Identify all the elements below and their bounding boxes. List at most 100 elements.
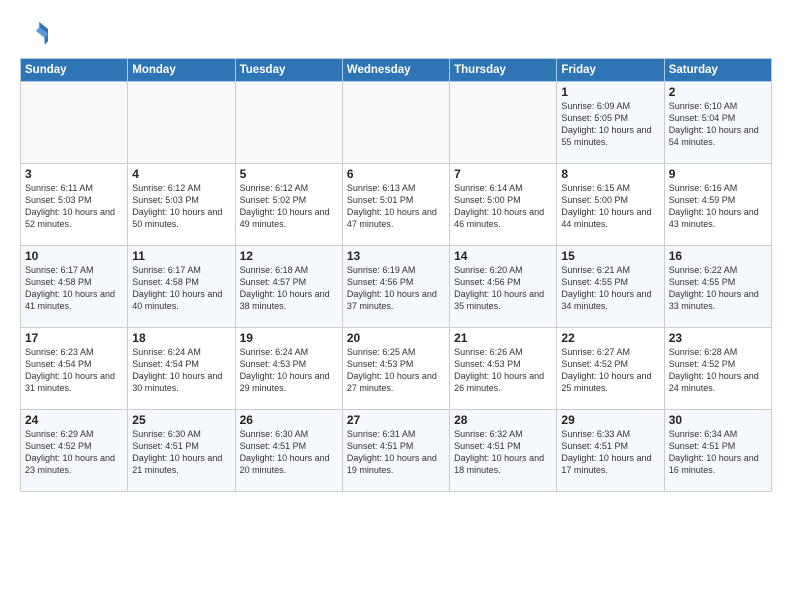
day-info: Sunrise: 6:26 AM Sunset: 4:53 PM Dayligh… — [454, 346, 552, 395]
day-number: 25 — [132, 413, 230, 427]
day-number: 27 — [347, 413, 445, 427]
day-number: 7 — [454, 167, 552, 181]
day-info: Sunrise: 6:17 AM Sunset: 4:58 PM Dayligh… — [25, 264, 123, 313]
day-info: Sunrise: 6:31 AM Sunset: 4:51 PM Dayligh… — [347, 428, 445, 477]
day-number: 6 — [347, 167, 445, 181]
day-info: Sunrise: 6:34 AM Sunset: 4:51 PM Dayligh… — [669, 428, 767, 477]
calendar-day-cell: 16Sunrise: 6:22 AM Sunset: 4:55 PM Dayli… — [664, 246, 771, 328]
calendar-day-cell — [128, 82, 235, 164]
calendar-day-cell: 20Sunrise: 6:25 AM Sunset: 4:53 PM Dayli… — [342, 328, 449, 410]
day-info: Sunrise: 6:30 AM Sunset: 4:51 PM Dayligh… — [132, 428, 230, 477]
day-info: Sunrise: 6:19 AM Sunset: 4:56 PM Dayligh… — [347, 264, 445, 313]
calendar-day-cell: 9Sunrise: 6:16 AM Sunset: 4:59 PM Daylig… — [664, 164, 771, 246]
calendar-day-cell — [21, 82, 128, 164]
day-number: 5 — [240, 167, 338, 181]
calendar-day-cell — [235, 82, 342, 164]
day-info: Sunrise: 6:13 AM Sunset: 5:01 PM Dayligh… — [347, 182, 445, 231]
day-number: 2 — [669, 85, 767, 99]
day-info: Sunrise: 6:15 AM Sunset: 5:00 PM Dayligh… — [561, 182, 659, 231]
day-info: Sunrise: 6:18 AM Sunset: 4:57 PM Dayligh… — [240, 264, 338, 313]
day-number: 1 — [561, 85, 659, 99]
day-number: 11 — [132, 249, 230, 263]
calendar-body: 1Sunrise: 6:09 AM Sunset: 5:05 PM Daylig… — [21, 82, 772, 492]
day-number: 26 — [240, 413, 338, 427]
day-number: 15 — [561, 249, 659, 263]
day-info: Sunrise: 6:29 AM Sunset: 4:52 PM Dayligh… — [25, 428, 123, 477]
calendar-day-cell: 25Sunrise: 6:30 AM Sunset: 4:51 PM Dayli… — [128, 410, 235, 492]
weekday-header-cell: Saturday — [664, 59, 771, 82]
day-number: 24 — [25, 413, 123, 427]
page: { "header": { "logo_line1": "General", "… — [0, 0, 792, 612]
day-info: Sunrise: 6:30 AM Sunset: 4:51 PM Dayligh… — [240, 428, 338, 477]
day-info: Sunrise: 6:24 AM Sunset: 4:53 PM Dayligh… — [240, 346, 338, 395]
calendar-day-cell: 30Sunrise: 6:34 AM Sunset: 4:51 PM Dayli… — [664, 410, 771, 492]
day-info: Sunrise: 6:17 AM Sunset: 4:58 PM Dayligh… — [132, 264, 230, 313]
calendar-day-cell: 2Sunrise: 6:10 AM Sunset: 5:04 PM Daylig… — [664, 82, 771, 164]
calendar-day-cell: 29Sunrise: 6:33 AM Sunset: 4:51 PM Dayli… — [557, 410, 664, 492]
day-info: Sunrise: 6:11 AM Sunset: 5:03 PM Dayligh… — [25, 182, 123, 231]
logo — [20, 22, 52, 50]
calendar-day-cell: 12Sunrise: 6:18 AM Sunset: 4:57 PM Dayli… — [235, 246, 342, 328]
calendar-day-cell: 23Sunrise: 6:28 AM Sunset: 4:52 PM Dayli… — [664, 328, 771, 410]
day-info: Sunrise: 6:28 AM Sunset: 4:52 PM Dayligh… — [669, 346, 767, 395]
day-number: 14 — [454, 249, 552, 263]
header — [20, 18, 772, 50]
day-number: 29 — [561, 413, 659, 427]
calendar-day-cell: 4Sunrise: 6:12 AM Sunset: 5:03 PM Daylig… — [128, 164, 235, 246]
day-number: 19 — [240, 331, 338, 345]
calendar-day-cell: 17Sunrise: 6:23 AM Sunset: 4:54 PM Dayli… — [21, 328, 128, 410]
calendar-day-cell: 26Sunrise: 6:30 AM Sunset: 4:51 PM Dayli… — [235, 410, 342, 492]
day-number: 17 — [25, 331, 123, 345]
calendar-day-cell: 28Sunrise: 6:32 AM Sunset: 4:51 PM Dayli… — [450, 410, 557, 492]
calendar-day-cell: 10Sunrise: 6:17 AM Sunset: 4:58 PM Dayli… — [21, 246, 128, 328]
weekday-header-cell: Sunday — [21, 59, 128, 82]
day-number: 21 — [454, 331, 552, 345]
day-info: Sunrise: 6:10 AM Sunset: 5:04 PM Dayligh… — [669, 100, 767, 149]
calendar-table: SundayMondayTuesdayWednesdayThursdayFrid… — [20, 58, 772, 492]
day-number: 28 — [454, 413, 552, 427]
calendar-week-row: 3Sunrise: 6:11 AM Sunset: 5:03 PM Daylig… — [21, 164, 772, 246]
calendar-day-cell — [342, 82, 449, 164]
weekday-header: SundayMondayTuesdayWednesdayThursdayFrid… — [21, 59, 772, 82]
day-number: 10 — [25, 249, 123, 263]
weekday-header-cell: Friday — [557, 59, 664, 82]
day-number: 20 — [347, 331, 445, 345]
calendar-day-cell: 6Sunrise: 6:13 AM Sunset: 5:01 PM Daylig… — [342, 164, 449, 246]
day-info: Sunrise: 6:21 AM Sunset: 4:55 PM Dayligh… — [561, 264, 659, 313]
day-number: 16 — [669, 249, 767, 263]
calendar-week-row: 24Sunrise: 6:29 AM Sunset: 4:52 PM Dayli… — [21, 410, 772, 492]
day-info: Sunrise: 6:09 AM Sunset: 5:05 PM Dayligh… — [561, 100, 659, 149]
calendar-day-cell — [450, 82, 557, 164]
calendar-day-cell: 14Sunrise: 6:20 AM Sunset: 4:56 PM Dayli… — [450, 246, 557, 328]
day-number: 23 — [669, 331, 767, 345]
calendar-day-cell: 13Sunrise: 6:19 AM Sunset: 4:56 PM Dayli… — [342, 246, 449, 328]
logo-icon — [20, 22, 48, 50]
calendar-day-cell: 7Sunrise: 6:14 AM Sunset: 5:00 PM Daylig… — [450, 164, 557, 246]
day-info: Sunrise: 6:25 AM Sunset: 4:53 PM Dayligh… — [347, 346, 445, 395]
calendar-day-cell: 11Sunrise: 6:17 AM Sunset: 4:58 PM Dayli… — [128, 246, 235, 328]
calendar-day-cell: 27Sunrise: 6:31 AM Sunset: 4:51 PM Dayli… — [342, 410, 449, 492]
calendar-day-cell: 21Sunrise: 6:26 AM Sunset: 4:53 PM Dayli… — [450, 328, 557, 410]
calendar-day-cell: 24Sunrise: 6:29 AM Sunset: 4:52 PM Dayli… — [21, 410, 128, 492]
day-info: Sunrise: 6:16 AM Sunset: 4:59 PM Dayligh… — [669, 182, 767, 231]
calendar-day-cell: 15Sunrise: 6:21 AM Sunset: 4:55 PM Dayli… — [557, 246, 664, 328]
day-info: Sunrise: 6:14 AM Sunset: 5:00 PM Dayligh… — [454, 182, 552, 231]
calendar-day-cell: 18Sunrise: 6:24 AM Sunset: 4:54 PM Dayli… — [128, 328, 235, 410]
day-number: 30 — [669, 413, 767, 427]
day-info: Sunrise: 6:32 AM Sunset: 4:51 PM Dayligh… — [454, 428, 552, 477]
calendar-day-cell: 19Sunrise: 6:24 AM Sunset: 4:53 PM Dayli… — [235, 328, 342, 410]
day-number: 18 — [132, 331, 230, 345]
day-number: 4 — [132, 167, 230, 181]
calendar-week-row: 1Sunrise: 6:09 AM Sunset: 5:05 PM Daylig… — [21, 82, 772, 164]
day-info: Sunrise: 6:22 AM Sunset: 4:55 PM Dayligh… — [669, 264, 767, 313]
day-number: 12 — [240, 249, 338, 263]
calendar-day-cell: 1Sunrise: 6:09 AM Sunset: 5:05 PM Daylig… — [557, 82, 664, 164]
calendar-day-cell: 22Sunrise: 6:27 AM Sunset: 4:52 PM Dayli… — [557, 328, 664, 410]
weekday-header-cell: Monday — [128, 59, 235, 82]
day-number: 22 — [561, 331, 659, 345]
day-info: Sunrise: 6:23 AM Sunset: 4:54 PM Dayligh… — [25, 346, 123, 395]
day-number: 13 — [347, 249, 445, 263]
day-number: 3 — [25, 167, 123, 181]
calendar-day-cell: 3Sunrise: 6:11 AM Sunset: 5:03 PM Daylig… — [21, 164, 128, 246]
day-number: 9 — [669, 167, 767, 181]
